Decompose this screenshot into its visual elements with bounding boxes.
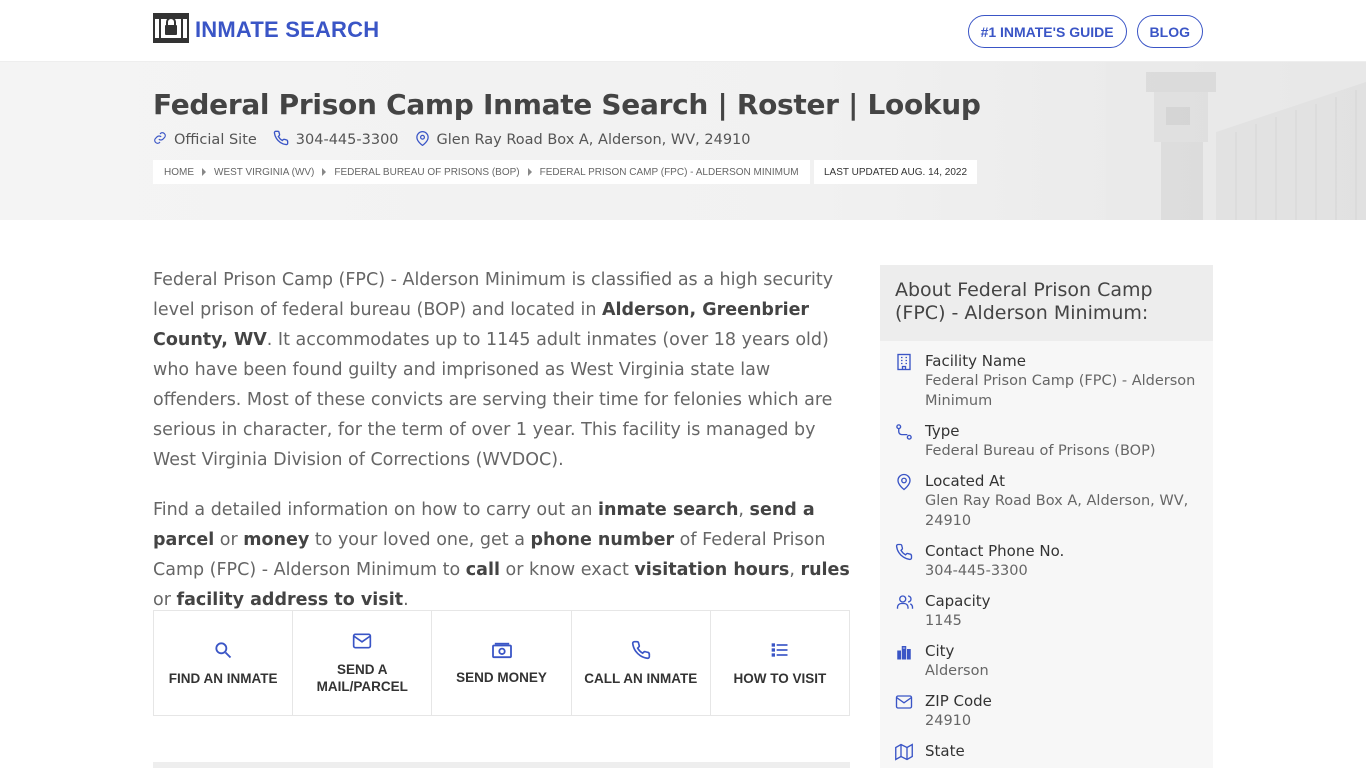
find-inmate-button[interactable]: FIND AN INMATE bbox=[154, 611, 294, 715]
info-facility-name: Facility Name Federal Prison Camp (FPC) … bbox=[895, 351, 1198, 411]
guide-paragraph: Find a detailed information on how to ca… bbox=[153, 495, 853, 615]
info-value: Alderson bbox=[925, 663, 989, 679]
money-icon bbox=[491, 642, 512, 658]
phone-icon bbox=[273, 130, 289, 150]
breadcrumb-state[interactable]: WEST VIRGINIA (WV) bbox=[214, 167, 314, 178]
call-inmate-button[interactable]: CALL AN INMATE bbox=[572, 611, 711, 715]
text-segment: . It accommodates up to 1145 adult inmat… bbox=[153, 330, 833, 470]
breadcrumb: HOME WEST VIRGINIA (WV) FEDERAL BUREAU O… bbox=[153, 160, 810, 184]
facility-phone-link[interactable]: 304-445-3300 bbox=[273, 130, 399, 150]
how-to-visit-button[interactable]: HOW TO VISIT bbox=[711, 611, 849, 715]
highlight-visitation-hours: visitation hours bbox=[634, 560, 790, 580]
info-value: 304-445-3300 bbox=[925, 563, 1028, 579]
call-inmate-label: CALL AN INMATE bbox=[584, 670, 698, 686]
facility-address-link[interactable]: Glen Ray Road Box A, Alderson, WV, 24910 bbox=[415, 130, 751, 150]
send-money-button[interactable]: SEND MONEY bbox=[432, 611, 572, 715]
info-label: Type bbox=[925, 422, 960, 440]
logo-text: INMATE SEARCH bbox=[195, 17, 380, 42]
info-phone: Contact Phone No. 304-445-3300 bbox=[895, 541, 1198, 581]
text-segment: or know exact bbox=[499, 560, 635, 580]
breadcrumb-home[interactable]: HOME bbox=[164, 167, 194, 178]
highlight-call: call bbox=[465, 560, 500, 580]
list-icon bbox=[771, 642, 788, 657]
mail-icon bbox=[895, 691, 925, 731]
page-title: Federal Prison Camp Inmate Search | Rost… bbox=[153, 88, 981, 121]
inmates-guide-button[interactable]: #1 INMATE'S GUIDE bbox=[967, 15, 1127, 48]
mail-icon bbox=[353, 633, 372, 649]
phone-icon bbox=[631, 640, 650, 659]
facility-address: Glen Ray Road Box A, Alderson, WV, 24910 bbox=[436, 132, 751, 148]
info-value: Federal Bureau of Prisons (BOP) bbox=[925, 443, 1156, 459]
how-to-visit-label: HOW TO VISIT bbox=[733, 670, 827, 686]
info-capacity: Capacity 1145 bbox=[895, 591, 1198, 631]
send-mail-button[interactable]: SEND A MAIL/PARCEL bbox=[293, 611, 433, 715]
quick-actions: FIND AN INMATE SEND A MAIL/PARCEL SEND M… bbox=[153, 610, 850, 716]
text-segment: Find a detailed information on how to ca… bbox=[153, 500, 599, 520]
info-label: Located At bbox=[925, 472, 1005, 490]
highlight-inmate-search: inmate search bbox=[598, 500, 739, 520]
text-segment: , bbox=[738, 500, 750, 520]
text-segment: to your loved one, get a bbox=[309, 530, 531, 550]
highlight-facility-address: facility address to visit bbox=[176, 590, 404, 610]
prison-tower-illustration bbox=[1106, 62, 1366, 220]
facility-description: Federal Prison Camp (FPC) - Alderson Min… bbox=[153, 265, 853, 635]
building-icon bbox=[895, 351, 925, 411]
phone-icon bbox=[895, 541, 925, 581]
facility-phone: 304-445-3300 bbox=[295, 132, 399, 148]
info-value: Glen Ray Road Box A, Alderson, WV, 24910 bbox=[925, 493, 1189, 529]
top-navbar: INMATE SEARCH #1 INMATE'S GUIDE BLOG bbox=[0, 0, 1366, 62]
info-label: Capacity bbox=[925, 592, 991, 610]
info-city: City Alderson bbox=[895, 641, 1198, 681]
facility-info-list: Facility Name Federal Prison Camp (FPC) … bbox=[880, 341, 1213, 765]
highlight-money: money bbox=[243, 530, 310, 550]
info-label: Facility Name bbox=[925, 352, 1026, 370]
official-site-link[interactable]: Official Site bbox=[153, 131, 257, 149]
info-located-at: Located At Glen Ray Road Box A, Alderson… bbox=[895, 471, 1198, 531]
info-state: State bbox=[895, 741, 1198, 765]
breadcrumb-separator-icon bbox=[322, 168, 327, 176]
jail-logo-icon bbox=[153, 13, 189, 47]
info-label: State bbox=[925, 742, 965, 760]
top-nav: #1 INMATE'S GUIDE BLOG bbox=[967, 15, 1203, 48]
intro-paragraph: Federal Prison Camp (FPC) - Alderson Min… bbox=[153, 265, 853, 475]
official-site-label: Official Site bbox=[174, 132, 257, 148]
info-type: Type Federal Bureau of Prisons (BOP) bbox=[895, 421, 1198, 461]
info-value: Federal Prison Camp (FPC) - Alderson Min… bbox=[925, 373, 1196, 409]
text-segment: , bbox=[789, 560, 801, 580]
text-segment: or bbox=[214, 530, 244, 550]
info-label: City bbox=[925, 642, 955, 660]
info-zip: ZIP Code 24910 bbox=[895, 691, 1198, 731]
facility-meta: Official Site 304-445-3300 Glen Ray Road… bbox=[153, 130, 767, 150]
highlight-phone-number: phone number bbox=[530, 530, 675, 550]
send-money-label: SEND MONEY bbox=[456, 669, 547, 685]
breadcrumb-facility[interactable]: FEDERAL PRISON CAMP (FPC) - ALDERSON MIN… bbox=[540, 167, 799, 178]
info-label: ZIP Code bbox=[925, 692, 992, 710]
info-label: Contact Phone No. bbox=[925, 542, 1065, 560]
info-value: 24910 bbox=[925, 713, 972, 729]
route-icon bbox=[895, 421, 925, 461]
city-icon bbox=[895, 641, 925, 681]
blog-button[interactable]: BLOG bbox=[1136, 15, 1203, 48]
breadcrumb-agency[interactable]: FEDERAL BUREAU OF PRISONS (BOP) bbox=[334, 167, 519, 178]
link-icon bbox=[153, 131, 167, 149]
facility-info-sidebar: About Federal Prison Camp (FPC) - Alders… bbox=[880, 265, 1213, 768]
last-updated-badge: LAST UPDATED AUG. 14, 2022 bbox=[814, 160, 978, 184]
search-icon bbox=[215, 641, 232, 658]
breadcrumb-separator-icon bbox=[202, 168, 206, 176]
location-pin-icon bbox=[895, 471, 925, 531]
site-logo[interactable]: INMATE SEARCH bbox=[153, 13, 379, 47]
info-value: 1145 bbox=[925, 613, 962, 629]
next-section-edge bbox=[153, 762, 850, 768]
location-pin-icon bbox=[415, 130, 430, 150]
breadcrumb-separator-icon bbox=[527, 168, 532, 176]
text-segment: . bbox=[403, 590, 409, 610]
find-inmate-label: FIND AN INMATE bbox=[168, 670, 278, 686]
text-segment: or bbox=[153, 590, 177, 610]
users-icon bbox=[895, 591, 925, 631]
send-mail-label: SEND A MAIL/PARCEL bbox=[316, 662, 408, 694]
map-icon bbox=[895, 741, 925, 765]
hero-banner: Federal Prison Camp Inmate Search | Rost… bbox=[0, 62, 1366, 220]
highlight-rules: rules bbox=[800, 560, 850, 580]
sidebar-title: About Federal Prison Camp (FPC) - Alders… bbox=[880, 265, 1213, 341]
